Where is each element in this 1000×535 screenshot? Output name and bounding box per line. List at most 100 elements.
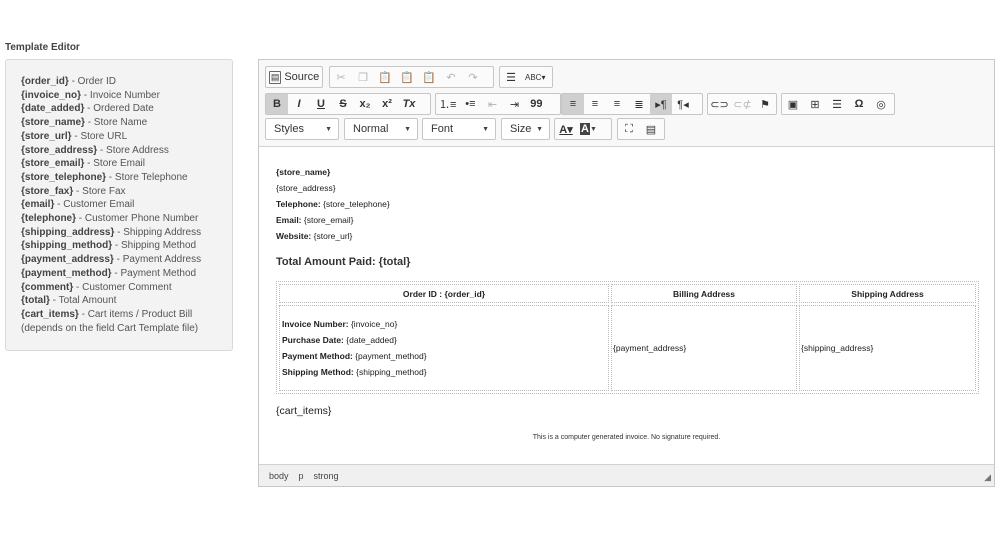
underline-button[interactable]: U bbox=[310, 94, 332, 114]
variable-tag: {store_url} bbox=[21, 130, 72, 142]
variable-desc: - Total Amount bbox=[49, 295, 117, 307]
source-button[interactable]: ▤ Source bbox=[266, 67, 322, 87]
variable-desc: - Order ID bbox=[68, 76, 117, 87]
billing-address-cell: {payment_address} bbox=[611, 305, 797, 391]
variable-desc: (depends on the field Cart Template file… bbox=[21, 322, 199, 334]
format-label: Normal bbox=[353, 123, 389, 135]
align-center-button[interactable]: ≡ bbox=[584, 94, 606, 114]
variable-tag: {shipping_method} bbox=[21, 240, 113, 252]
font-label: Font bbox=[431, 123, 454, 135]
variable-desc: - Payment Method bbox=[111, 267, 197, 279]
rtl-button[interactable]: ¶◂ bbox=[672, 94, 694, 114]
show-blocks-button[interactable]: ▤ bbox=[640, 119, 662, 139]
path-element[interactable]: body bbox=[269, 471, 289, 481]
ltr-button[interactable]: ▸¶ bbox=[650, 94, 672, 114]
variable-desc: - Customer Comment bbox=[73, 281, 172, 293]
variable-item: {store_url} - Store URL bbox=[21, 130, 232, 144]
colors-group: A▾ A ▼ bbox=[554, 118, 612, 140]
variable-tag: {store_address} bbox=[21, 144, 98, 156]
format-dropdown[interactable]: Normal ▼ bbox=[344, 118, 418, 140]
font-dropdown[interactable]: Font ▼ bbox=[422, 118, 496, 140]
shipping-value: {shipping_method} bbox=[353, 367, 427, 377]
spellcheck-button[interactable]: ABC▾ bbox=[522, 67, 548, 87]
subscript-button[interactable]: x₂ bbox=[354, 94, 376, 114]
variable-tag: {email} bbox=[21, 199, 55, 211]
editor-toolbar: ▤ Source ✂ ❐ 📋 📋 📋 ↶ ↷ ☰ ABC▾ B I U S x₂… bbox=[259, 60, 994, 147]
align-left-button[interactable]: ≡ bbox=[562, 94, 584, 114]
chevron-down-icon: ▼ bbox=[536, 125, 543, 133]
size-dropdown[interactable]: Size ▼ bbox=[501, 118, 550, 140]
variable-tag: {order_id} bbox=[21, 76, 69, 87]
variable-item: {shipping_address} - Shipping Address bbox=[21, 226, 232, 240]
chevron-down-icon: ▼ bbox=[482, 125, 489, 133]
basic-styles-group: B I U S x₂ x² Tx bbox=[265, 93, 431, 115]
path-element[interactable]: strong bbox=[314, 471, 339, 481]
variable-item: {email} - Customer Email bbox=[21, 198, 232, 212]
strike-button[interactable]: S bbox=[332, 94, 354, 114]
variable-tag: {store_name} bbox=[21, 117, 85, 129]
image-button[interactable]: ▣ bbox=[782, 94, 804, 114]
rich-text-editor[interactable]: ▤ Source ✂ ❐ 📋 📋 📋 ↶ ↷ ☰ ABC▾ B I U S x₂… bbox=[258, 59, 995, 487]
shipping-label: Shipping Method: bbox=[282, 367, 354, 377]
anchor-button[interactable]: ⚑ bbox=[754, 94, 776, 114]
variable-desc: - Store Fax bbox=[73, 185, 126, 197]
redo-button[interactable]: ↷ bbox=[462, 67, 484, 87]
justify-button[interactable]: ≣ bbox=[628, 94, 650, 114]
undo-button[interactable]: ↶ bbox=[440, 67, 462, 87]
iframe-button[interactable]: ◎ bbox=[870, 94, 892, 114]
variable-tag: {comment} bbox=[21, 281, 74, 293]
horizontal-line-button[interactable]: ☰ bbox=[826, 94, 848, 114]
tools-group: ⛶ ▤ bbox=[617, 118, 665, 140]
styles-dropdown[interactable]: Styles ▼ bbox=[265, 118, 339, 140]
table-button[interactable]: ⊞ bbox=[804, 94, 826, 114]
purchase-label: Purchase Date: bbox=[282, 335, 344, 345]
resize-handle-icon[interactable]: ◢ bbox=[984, 472, 991, 483]
indent-button[interactable]: ⇥ bbox=[503, 94, 525, 114]
variable-item: {store_fax} - Store Fax bbox=[21, 185, 232, 199]
variable-desc: - Shipping Method bbox=[112, 240, 197, 252]
blockquote-button[interactable]: 99 bbox=[525, 94, 547, 114]
path-element[interactable]: p bbox=[299, 471, 304, 481]
telephone-value: {store_telephone} bbox=[320, 199, 390, 209]
variable-desc: - Store Email bbox=[84, 158, 145, 170]
variable-tag: {store_telephone} bbox=[21, 171, 107, 183]
copy-button[interactable]: ❐ bbox=[352, 67, 374, 87]
unlink-icon: ⊂⊄ bbox=[733, 98, 752, 111]
bold-button[interactable]: B bbox=[266, 94, 288, 114]
email-line: Email: {store_email} bbox=[276, 215, 354, 225]
table-icon: ⊞ bbox=[810, 98, 820, 111]
paste-word-button[interactable]: 📋 bbox=[418, 67, 440, 87]
text-color-button[interactable]: A▾ bbox=[555, 119, 577, 139]
paste-button[interactable]: 📋 bbox=[374, 67, 396, 87]
order-details-cell: Invoice Number: {invoice_no} Purchase Da… bbox=[279, 305, 609, 391]
link-button[interactable]: ⊂⊃ bbox=[708, 94, 731, 114]
unlink-button[interactable]: ⊂⊄ bbox=[731, 94, 754, 114]
insert-group: ▣ ⊞ ☰ Ω ◎ bbox=[781, 93, 895, 115]
italic-button[interactable]: I bbox=[288, 94, 310, 114]
variable-desc: - Cart items / Product Bill bbox=[78, 308, 193, 320]
find-replace-button[interactable]: ☰ bbox=[500, 67, 522, 87]
variable-tag: {payment_method} bbox=[21, 267, 112, 279]
variable-tag: {shipping_address} bbox=[21, 226, 115, 238]
numbered-list-button[interactable]: ⒈≡ bbox=[436, 94, 459, 114]
bullet-list-button[interactable]: •≡ bbox=[459, 94, 481, 114]
telephone-line: Telephone: {store_telephone} bbox=[276, 199, 390, 209]
editor-content[interactable]: {store_name} {store_address} Telephone: … bbox=[259, 147, 994, 464]
variable-desc: - Customer Email bbox=[54, 199, 135, 211]
copy-icon: ❐ bbox=[358, 71, 368, 84]
superscript-button[interactable]: x² bbox=[376, 94, 398, 114]
special-char-button[interactable]: Ω bbox=[848, 94, 870, 114]
bg-color-button[interactable]: A ▼ bbox=[577, 119, 600, 139]
remove-format-button[interactable]: Tx bbox=[398, 94, 420, 114]
list-group: ⒈≡ •≡ ⇤ ⇥ 99 bbox=[435, 93, 561, 115]
cut-button[interactable]: ✂ bbox=[330, 67, 352, 87]
paste-text-button[interactable]: 📋 bbox=[396, 67, 418, 87]
footer-note: This is a computer generated invoice. No… bbox=[532, 434, 721, 441]
variable-item: {payment_address} - Payment Address bbox=[21, 253, 232, 267]
outdent-button[interactable]: ⇤ bbox=[481, 94, 503, 114]
bullet-list-icon: •≡ bbox=[465, 98, 476, 110]
email-value: {store_email} bbox=[301, 215, 354, 225]
align-right-button[interactable]: ≡ bbox=[606, 94, 628, 114]
website-value: {store_url} bbox=[311, 231, 353, 241]
maximize-button[interactable]: ⛶ bbox=[618, 119, 640, 139]
